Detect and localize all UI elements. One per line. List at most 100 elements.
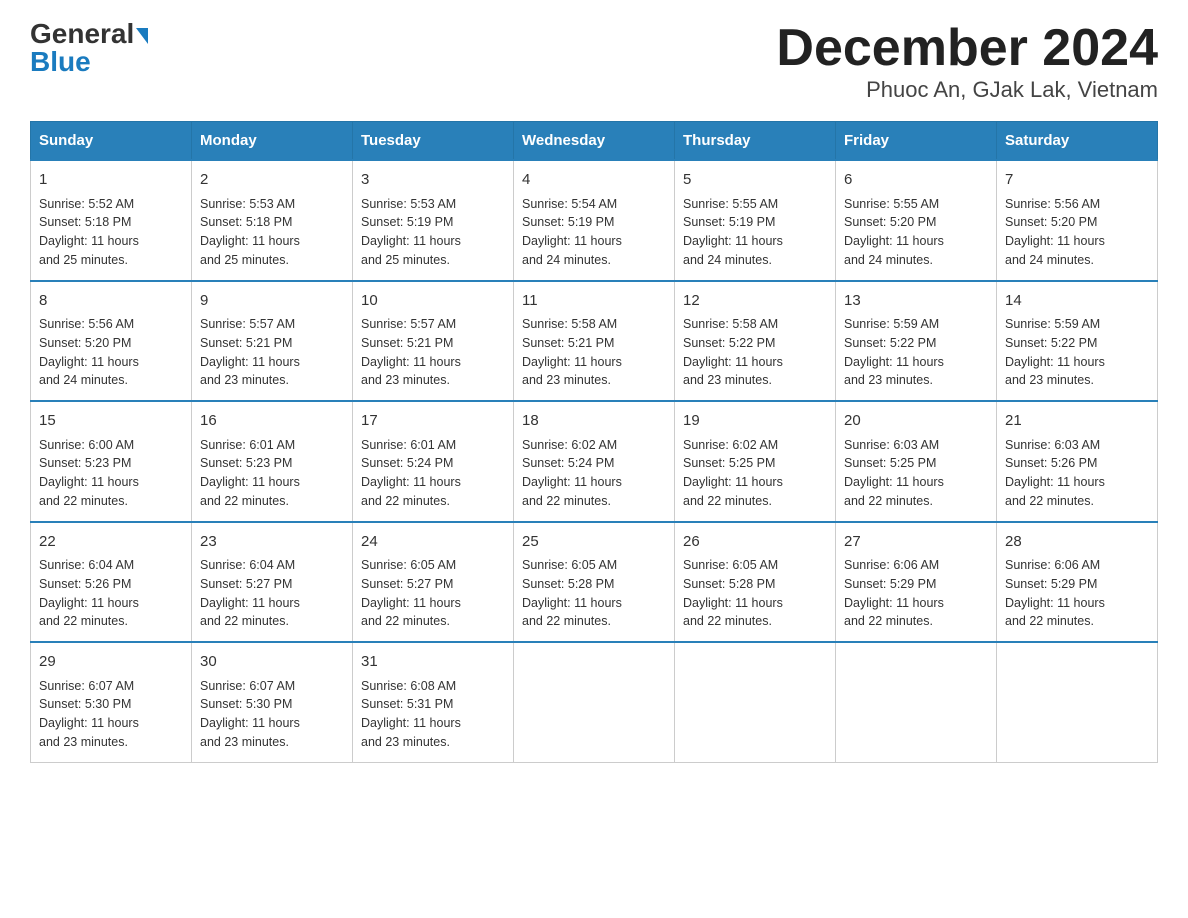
day-info: Sunrise: 6:01 AMSunset: 5:23 PMDaylight:… (200, 436, 344, 511)
logo-blue-text: Blue (30, 48, 91, 76)
calendar-week-3: 15 Sunrise: 6:00 AMSunset: 5:23 PMDayligh… (31, 401, 1158, 522)
day-number: 29 (39, 651, 183, 674)
day-number: 28 (1005, 531, 1149, 554)
calendar-table: SundayMondayTuesdayWednesdayThursdayFrid… (30, 121, 1158, 763)
calendar-day-5: 5 Sunrise: 5:55 AMSunset: 5:19 PMDaylight… (675, 160, 836, 281)
day-number: 19 (683, 410, 827, 433)
calendar-body: 1Sunrise: 5:52 AMSunset: 5:18 PMDaylight… (31, 160, 1158, 762)
page-header: General Blue December 2024 Phuoc An, GJa… (30, 20, 1158, 103)
calendar-day-4: 4 Sunrise: 5:54 AMSunset: 5:19 PMDaylight… (514, 160, 675, 281)
day-info: Sunrise: 5:59 AMSunset: 5:22 PMDaylight:… (844, 315, 988, 390)
header-day-wednesday: Wednesday (514, 122, 675, 161)
day-info: Sunrise: 6:03 AMSunset: 5:26 PMDaylight:… (1005, 436, 1149, 511)
day-number: 14 (1005, 290, 1149, 313)
day-info: Sunrise: 5:55 AMSunset: 5:20 PMDaylight:… (844, 195, 988, 270)
day-info: Sunrise: 5:53 AMSunset: 5:19 PMDaylight:… (361, 195, 505, 270)
calendar-day-18: 18Sunrise: 6:02 AMSunset: 5:24 PMDayligh… (514, 401, 675, 522)
day-info: Sunrise: 6:07 AMSunset: 5:30 PMDaylight:… (39, 677, 183, 752)
empty-cell (675, 642, 836, 762)
day-number: 13 (844, 290, 988, 313)
empty-cell (514, 642, 675, 762)
header-day-tuesday: Tuesday (353, 122, 514, 161)
calendar-week-4: 22Sunrise: 6:04 AMSunset: 5:26 PMDayligh… (31, 522, 1158, 643)
calendar-day-12: 12Sunrise: 5:58 AMSunset: 5:22 PMDayligh… (675, 281, 836, 402)
header-day-saturday: Saturday (997, 122, 1158, 161)
day-number: 15 (39, 410, 183, 433)
calendar-day-23: 23Sunrise: 6:04 AMSunset: 5:27 PMDayligh… (192, 522, 353, 643)
day-info: Sunrise: 5:53 AMSunset: 5:18 PMDaylight:… (200, 195, 344, 270)
calendar-week-5: 29 Sunrise: 6:07 AMSunset: 5:30 PMDayligh… (31, 642, 1158, 762)
calendar-title: December 2024 (776, 20, 1158, 77)
day-number: 9 (200, 290, 344, 313)
day-number: 8 (39, 290, 183, 313)
header-row: SundayMondayTuesdayWednesdayThursdayFrid… (31, 122, 1158, 161)
day-number: 3 (361, 169, 505, 192)
day-info: Sunrise: 6:06 AMSunset: 5:29 PMDaylight:… (1005, 556, 1149, 631)
day-info: Sunrise: 6:05 AMSunset: 5:28 PMDaylight:… (522, 556, 666, 631)
calendar-day-10: 10Sunrise: 5:57 AMSunset: 5:21 PMDayligh… (353, 281, 514, 402)
header-day-friday: Friday (836, 122, 997, 161)
calendar-day-31: 31 Sunrise: 6:08 AMSunset: 5:31 PMDayligh… (353, 642, 514, 762)
day-number: 16 (200, 410, 344, 433)
day-number: 30 (200, 651, 344, 674)
calendar-day-25: 25Sunrise: 6:05 AMSunset: 5:28 PMDayligh… (514, 522, 675, 643)
calendar-day-13: 13Sunrise: 5:59 AMSunset: 5:22 PMDayligh… (836, 281, 997, 402)
calendar-day-3: 3 Sunrise: 5:53 AMSunset: 5:19 PMDaylight… (353, 160, 514, 281)
day-number: 4 (522, 169, 666, 192)
day-info: Sunrise: 5:54 AMSunset: 5:19 PMDaylight:… (522, 195, 666, 270)
day-info: Sunrise: 6:02 AMSunset: 5:25 PMDaylight:… (683, 436, 827, 511)
calendar-subtitle: Phuoc An, GJak Lak, Vietnam (776, 77, 1158, 103)
day-info: Sunrise: 5:58 AMSunset: 5:21 PMDaylight:… (522, 315, 666, 390)
day-number: 26 (683, 531, 827, 554)
calendar-week-2: 8Sunrise: 5:56 AMSunset: 5:20 PMDaylight… (31, 281, 1158, 402)
day-info: Sunrise: 5:58 AMSunset: 5:22 PMDaylight:… (683, 315, 827, 390)
day-number: 18 (522, 410, 666, 433)
day-number: 2 (200, 169, 344, 192)
day-number: 31 (361, 651, 505, 674)
day-number: 7 (1005, 169, 1149, 192)
day-info: Sunrise: 5:57 AMSunset: 5:21 PMDaylight:… (200, 315, 344, 390)
calendar-day-27: 27Sunrise: 6:06 AMSunset: 5:29 PMDayligh… (836, 522, 997, 643)
day-info: Sunrise: 6:04 AMSunset: 5:26 PMDaylight:… (39, 556, 183, 631)
day-number: 23 (200, 531, 344, 554)
calendar-day-11: 11Sunrise: 5:58 AMSunset: 5:21 PMDayligh… (514, 281, 675, 402)
calendar-day-30: 30 Sunrise: 6:07 AMSunset: 5:30 PMDayligh… (192, 642, 353, 762)
day-number: 5 (683, 169, 827, 192)
day-info: Sunrise: 6:00 AMSunset: 5:23 PMDaylight:… (39, 436, 183, 511)
day-info: Sunrise: 5:56 AMSunset: 5:20 PMDaylight:… (39, 315, 183, 390)
day-info: Sunrise: 6:04 AMSunset: 5:27 PMDaylight:… (200, 556, 344, 631)
day-info: Sunrise: 5:52 AMSunset: 5:18 PMDaylight:… (39, 195, 183, 270)
day-info: Sunrise: 5:56 AMSunset: 5:20 PMDaylight:… (1005, 195, 1149, 270)
empty-cell (836, 642, 997, 762)
day-number: 21 (1005, 410, 1149, 433)
day-info: Sunrise: 6:08 AMSunset: 5:31 PMDaylight:… (361, 677, 505, 752)
day-number: 24 (361, 531, 505, 554)
day-info: Sunrise: 5:55 AMSunset: 5:19 PMDaylight:… (683, 195, 827, 270)
day-number: 10 (361, 290, 505, 313)
logo: General Blue (30, 20, 148, 76)
calendar-day-22: 22Sunrise: 6:04 AMSunset: 5:26 PMDayligh… (31, 522, 192, 643)
day-number: 27 (844, 531, 988, 554)
calendar-day-7: 7 Sunrise: 5:56 AMSunset: 5:20 PMDaylight… (997, 160, 1158, 281)
day-info: Sunrise: 6:07 AMSunset: 5:30 PMDaylight:… (200, 677, 344, 752)
calendar-day-17: 17Sunrise: 6:01 AMSunset: 5:24 PMDayligh… (353, 401, 514, 522)
day-number: 25 (522, 531, 666, 554)
calendar-day-16: 16 Sunrise: 6:01 AMSunset: 5:23 PMDayligh… (192, 401, 353, 522)
header-day-monday: Monday (192, 122, 353, 161)
title-block: December 2024 Phuoc An, GJak Lak, Vietna… (776, 20, 1158, 103)
calendar-day-24: 24Sunrise: 6:05 AMSunset: 5:27 PMDayligh… (353, 522, 514, 643)
day-number: 17 (361, 410, 505, 433)
day-number: 20 (844, 410, 988, 433)
calendar-day-1: 1Sunrise: 5:52 AMSunset: 5:18 PMDaylight… (31, 160, 192, 281)
calendar-day-2: 2 Sunrise: 5:53 AMSunset: 5:18 PMDaylight… (192, 160, 353, 281)
logo-general-text: General (30, 20, 134, 48)
calendar-day-29: 29 Sunrise: 6:07 AMSunset: 5:30 PMDayligh… (31, 642, 192, 762)
day-number: 11 (522, 290, 666, 313)
calendar-day-28: 28Sunrise: 6:06 AMSunset: 5:29 PMDayligh… (997, 522, 1158, 643)
calendar-day-21: 21 Sunrise: 6:03 AMSunset: 5:26 PMDayligh… (997, 401, 1158, 522)
calendar-day-14: 14Sunrise: 5:59 AMSunset: 5:22 PMDayligh… (997, 281, 1158, 402)
day-info: Sunrise: 6:05 AMSunset: 5:28 PMDaylight:… (683, 556, 827, 631)
day-info: Sunrise: 6:03 AMSunset: 5:25 PMDaylight:… (844, 436, 988, 511)
header-day-sunday: Sunday (31, 122, 192, 161)
logo-arrow-icon (136, 28, 148, 44)
